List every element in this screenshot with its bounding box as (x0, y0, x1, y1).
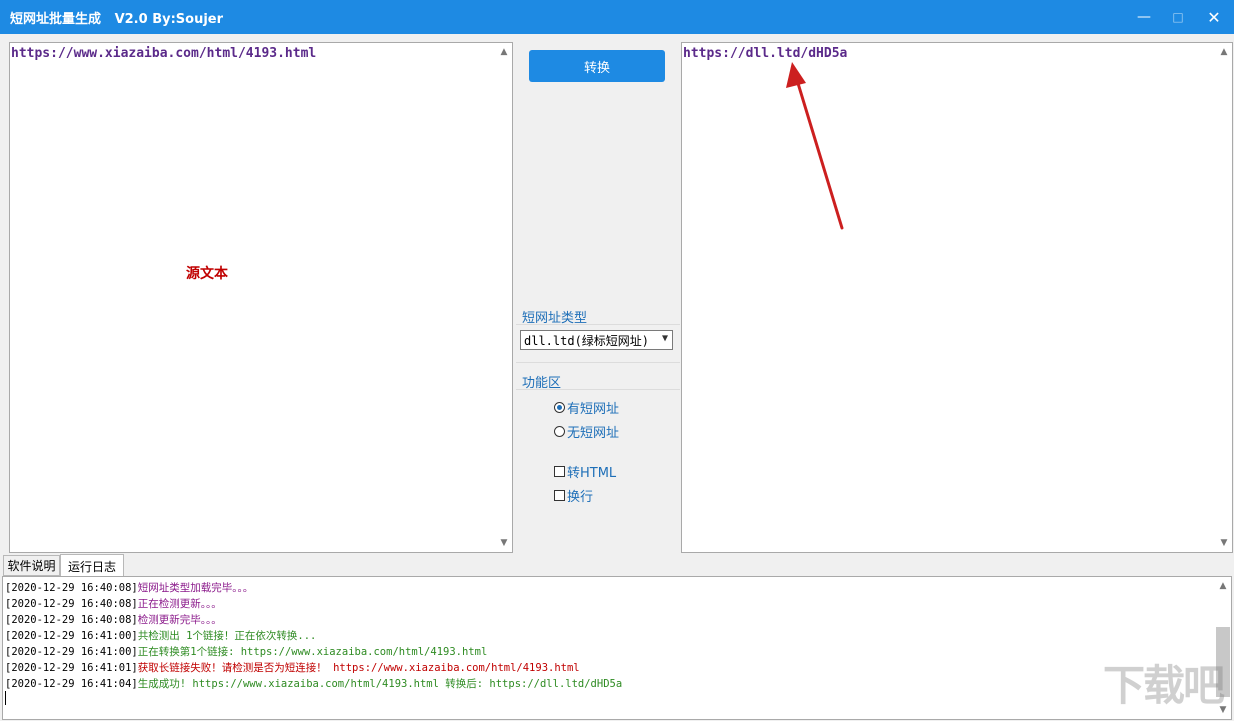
log-message: 正在检测更新。。。 (137, 598, 222, 610)
log-message: 短网址类型加载完毕。。。 (137, 582, 254, 594)
log-timestamp: [2020-12-29 16:41:00] (5, 646, 138, 658)
log-line: [2020-12-29 16:41:00]正在转换第1个链接: https://… (5, 644, 487, 660)
log-message: 检测更新完毕。。。 (137, 614, 222, 626)
log-line: [2020-12-29 16:41:01]获取长链接失败！请检测是否为短连接！ … (5, 660, 580, 676)
log-timestamp: [2020-12-29 16:40:08] (5, 598, 138, 610)
log-pane[interactable]: [2020-12-29 16:40:08]短网址类型加载完毕。。。 [2020-1… (2, 576, 1232, 720)
log-timestamp: [2020-12-29 16:40:08] (5, 582, 138, 594)
log-line: [2020-12-29 16:41:04]生成成功! https://www.x… (5, 676, 622, 692)
log-timestamp: [2020-12-29 16:41:04] (5, 678, 138, 690)
log-message: 生成成功! https://www.xiazaiba.com/html/4193… (137, 678, 623, 690)
log-timestamp: [2020-12-29 16:41:00] (5, 630, 138, 642)
log-line: [2020-12-29 16:40:08]检测更新完毕。。。 (5, 612, 222, 628)
watermark: 下载吧 (1102, 661, 1225, 710)
log-message: 获取长链接失败！请检测是否为短连接！ https://www.xiazaiba.… (137, 662, 580, 674)
tab-software-info[interactable]: 软件说明 (3, 555, 60, 576)
log-timestamp: [2020-12-29 16:41:01] (5, 662, 138, 674)
log-line: [2020-12-29 16:40:08]短网址类型加载完毕。。。 (5, 580, 253, 596)
log-message: 正在转换第1个链接: https://www.xiazaiba.com/html… (137, 646, 488, 658)
log-line: [2020-12-29 16:41:00]共检测出 1个链接！正在依次转换... (5, 628, 316, 644)
text-cursor (5, 691, 6, 705)
scroll-up-icon[interactable]: ▲ (1215, 578, 1231, 594)
log-line: [2020-12-29 16:40:08]正在检测更新。。。 (5, 596, 222, 612)
log-timestamp: [2020-12-29 16:40:08] (5, 614, 138, 626)
tab-run-log[interactable]: 运行日志 (60, 554, 124, 577)
log-message: 共检测出 1个链接！正在依次转换... (137, 630, 317, 642)
